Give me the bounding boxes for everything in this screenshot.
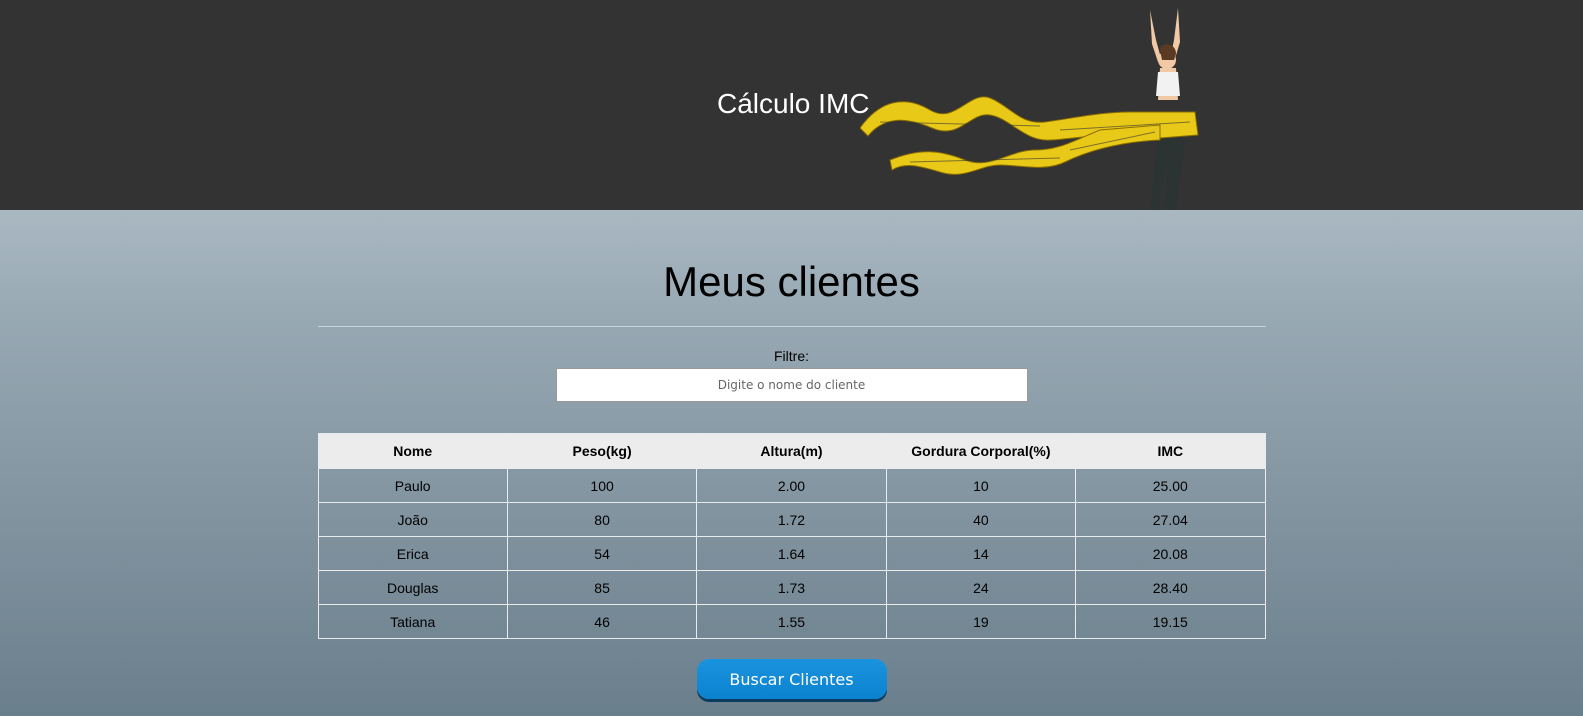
table-row: João 80 1.72 40 27.04	[317, 502, 1266, 537]
cell-peso: 100	[506, 468, 698, 503]
cell-imc: 25.00	[1075, 468, 1266, 503]
table-row: Tatiana 46 1.55 19 19.15	[317, 604, 1266, 639]
client-filter-input[interactable]	[555, 368, 1028, 402]
cell-altura: 1.73	[696, 570, 887, 605]
column-header-gordura: Gordura Corporal(%)	[885, 433, 1077, 469]
cell-nome: João	[317, 502, 508, 537]
cell-gordura: 24	[885, 570, 1077, 605]
column-header-nome: Nome	[317, 433, 508, 469]
header-title: Cálculo IMC	[717, 88, 870, 119]
clients-table: Nome Peso(kg) Altura(m) Gordura Corporal…	[317, 433, 1266, 639]
cell-peso: 54	[506, 536, 698, 571]
dancer-measuring-tape-icon	[860, 8, 1199, 210]
table-row: Erica 54 1.64 14 20.08	[317, 536, 1266, 571]
cell-gordura: 10	[885, 468, 1077, 503]
cell-nome: Douglas	[317, 570, 508, 605]
cell-nome: Tatiana	[317, 604, 508, 639]
cell-peso: 85	[506, 570, 698, 605]
cell-altura: 2.00	[696, 468, 887, 503]
table-header-row: Nome Peso(kg) Altura(m) Gordura Corporal…	[317, 433, 1266, 469]
cell-gordura: 40	[885, 502, 1077, 537]
cell-imc: 19.15	[1075, 604, 1266, 639]
column-header-imc: IMC	[1075, 433, 1266, 469]
page-title: Meus clientes	[663, 258, 920, 305]
buscar-clientes-button[interactable]: Buscar Clientes	[696, 659, 887, 699]
cell-imc: 28.40	[1075, 570, 1266, 605]
column-header-altura: Altura(m)	[696, 433, 887, 469]
cell-peso: 80	[506, 502, 698, 537]
column-header-peso: Peso(kg)	[506, 433, 698, 469]
table-row: Paulo 100 2.00 10 25.00	[317, 468, 1266, 503]
cell-imc: 20.08	[1075, 536, 1266, 571]
cell-peso: 46	[506, 604, 698, 639]
title-divider	[317, 326, 1266, 327]
cell-gordura: 14	[885, 536, 1077, 571]
button-wrapper: Buscar Clientes	[318, 659, 1266, 699]
cell-gordura: 19	[885, 604, 1077, 639]
cell-imc: 27.04	[1075, 502, 1266, 537]
cell-altura: 1.55	[696, 604, 887, 639]
main-content: Meus clientes Filtre: Nome Peso(kg) Altu…	[317, 210, 1266, 699]
cell-altura: 1.64	[696, 536, 887, 571]
filter-label: Filtre:	[774, 348, 809, 364]
cell-altura: 1.72	[696, 502, 887, 537]
filter-wrapper	[318, 368, 1266, 402]
table-row: Douglas 85 1.73 24 28.40	[317, 570, 1266, 605]
cell-nome: Paulo	[317, 468, 508, 503]
page-header: Cálculo IMC	[0, 0, 1583, 210]
cell-nome: Erica	[317, 536, 508, 571]
